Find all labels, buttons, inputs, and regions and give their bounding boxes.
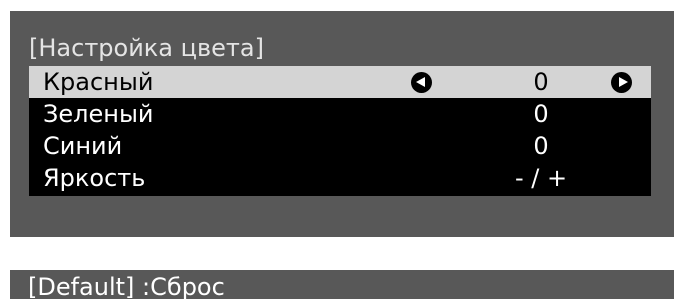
right-arrow-circle-icon[interactable] — [611, 72, 632, 93]
menu-row-blue[interactable]: Синий 0 — [29, 130, 651, 162]
menu-row-value: 0 — [533, 100, 549, 128]
menu-row-red[interactable]: Красный 0 — [29, 66, 651, 98]
menu-row-label: Зеленый — [43, 100, 154, 128]
menu-row-value: 0 — [533, 132, 549, 160]
menu-row-label: Яркость — [43, 164, 146, 192]
menu-row-brightness[interactable]: Яркость - / + — [29, 162, 651, 194]
menu-row-green[interactable]: Зеленый 0 — [29, 98, 651, 130]
left-arrow-circle-icon[interactable] — [411, 72, 432, 93]
panel-title: [Настройка цвета] — [29, 34, 264, 62]
help-bar: [Default] :Сброс — [10, 270, 674, 299]
menu-row-label: Красный — [43, 68, 154, 96]
reset-hint: [Default] :Сброс — [28, 273, 225, 299]
color-adjust-menu: Красный 0 Зеленый 0 Синий 0 Яркость - / … — [29, 66, 651, 196]
menu-row-value: - / + — [514, 164, 568, 192]
projector-osd: [Настройка цвета] Красный 0 Зеленый 0 Си… — [0, 0, 681, 299]
menu-row-value: 0 — [533, 68, 549, 96]
menu-row-label: Синий — [43, 132, 123, 160]
